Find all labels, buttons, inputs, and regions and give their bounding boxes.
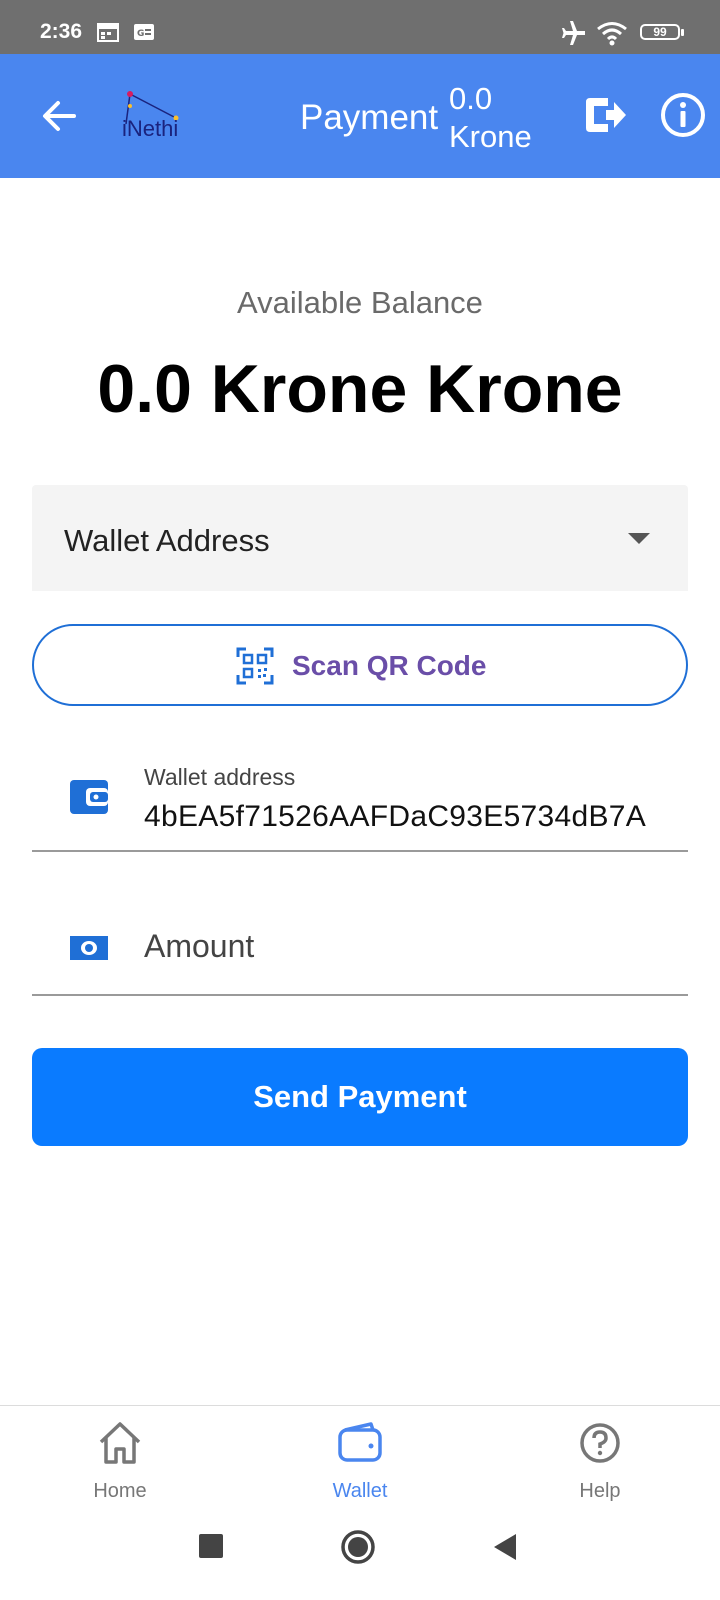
header-balance-currency: Krone: [449, 119, 532, 154]
back-arrow-icon[interactable]: [38, 94, 82, 138]
header-balance: 0.0 Krone: [449, 80, 532, 156]
battery-indicator: 99: [640, 24, 684, 40]
available-balance-value: 0.0 Krone Krone: [97, 351, 623, 427]
bottom-navigation: Home Wallet Help: [0, 1405, 720, 1516]
system-navigation-bar: [0, 1515, 720, 1600]
scan-qr-label: Scan QR Code: [292, 650, 487, 681]
payment-method-dropdown[interactable]: Wallet Address: [32, 485, 688, 591]
dropdown-arrow-icon: [628, 533, 650, 544]
wallet-address-label: Wallet address: [144, 764, 296, 790]
nav-label-help: Help: [579, 1480, 621, 1502]
info-icon[interactable]: [658, 90, 708, 140]
dropdown-selected-value: Wallet Address: [64, 523, 270, 558]
header-balance-amount: 0.0: [449, 81, 493, 116]
app-bar: iNethi Payment 0.0 Krone: [0, 54, 720, 178]
nav-item-wallet[interactable]: Wallet: [240, 1406, 480, 1516]
home-icon: [99, 1422, 141, 1464]
logout-icon[interactable]: [580, 90, 630, 140]
wallet-address-field[interactable]: Wallet address 4bEA5f71526AAFDaC93E5734d…: [32, 756, 688, 852]
status-time: 2:36: [40, 20, 83, 43]
recents-icon[interactable]: [198, 1533, 224, 1559]
nav-item-home[interactable]: Home: [0, 1406, 240, 1516]
wallet-icon: [70, 780, 108, 814]
wallet-address-input[interactable]: 4bEA5f71526AAFDaC93E5734dB7A: [144, 800, 646, 834]
home-button-icon[interactable]: [340, 1529, 376, 1565]
news-icon: G: [134, 24, 154, 40]
calendar-icon: [97, 23, 119, 42]
send-payment-button[interactable]: Send Payment: [32, 1048, 688, 1146]
amount-input[interactable]: Amount: [144, 928, 254, 965]
airplane-mode-icon: [562, 21, 585, 45]
logo-text: iNethi: [122, 116, 178, 141]
page-title: Payment: [300, 98, 439, 137]
nav-item-help[interactable]: Help: [480, 1406, 720, 1516]
amount-field[interactable]: Amount: [32, 900, 688, 996]
qr-code-icon: [236, 647, 274, 685]
help-icon: [580, 1423, 620, 1463]
svg-text:G: G: [137, 29, 144, 39]
scan-qr-button[interactable]: Scan QR Code: [32, 624, 688, 706]
cash-icon: [70, 936, 108, 960]
wifi-icon: [597, 22, 627, 46]
wallet-icon: [338, 1422, 382, 1462]
inethi-logo: iNethi: [122, 91, 179, 141]
status-bar: 2:36 G 99: [0, 0, 720, 54]
nav-label-home: Home: [93, 1480, 147, 1502]
available-balance-label: Available Balance: [237, 285, 483, 320]
system-back-icon[interactable]: [492, 1533, 518, 1561]
nav-label-wallet: Wallet: [332, 1480, 388, 1502]
